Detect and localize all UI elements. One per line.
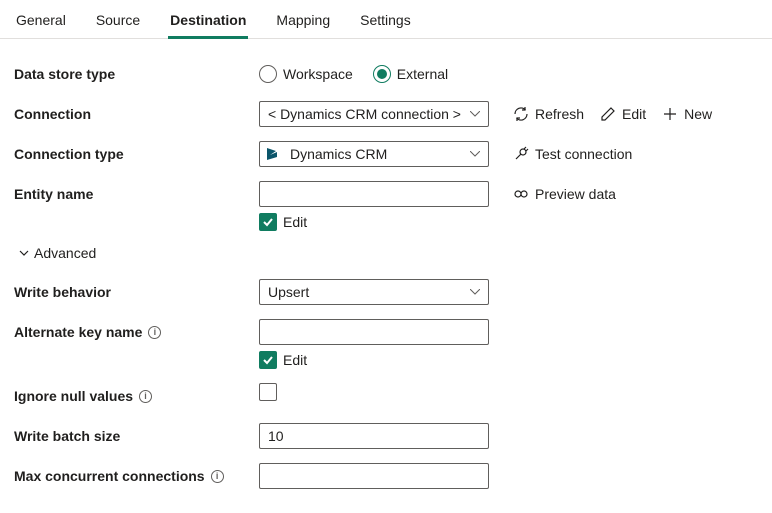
preview-icon (513, 186, 529, 202)
preview-data-button[interactable]: Preview data (513, 186, 616, 202)
test-connection-button[interactable]: Test connection (513, 146, 632, 162)
ignore-null-values-checkbox[interactable] (259, 383, 277, 401)
label-max-concurrent-connections: Max concurrent connections i (14, 463, 259, 489)
destination-form: Data store type Workspace External Conne… (0, 39, 772, 513)
refresh-icon (513, 106, 529, 122)
radio-workspace[interactable]: Workspace (259, 65, 353, 83)
radio-circle-icon (373, 65, 391, 83)
connection-select[interactable]: < Dynamics CRM connection > (259, 101, 489, 127)
check-icon (262, 354, 274, 366)
tab-mapping[interactable]: Mapping (274, 6, 332, 38)
pencil-icon (600, 106, 616, 122)
radio-external[interactable]: External (373, 65, 448, 83)
radio-workspace-label: Workspace (283, 66, 353, 82)
check-icon (262, 216, 274, 228)
data-store-type-radio-group: Workspace External (259, 61, 489, 87)
alternate-key-edit-checkbox-label: Edit (283, 352, 307, 368)
radio-external-label: External (397, 66, 448, 82)
label-entity-name: Entity name (14, 181, 259, 207)
chevron-down-icon (18, 247, 30, 259)
write-behavior-select[interactable]: Upsert (259, 279, 489, 305)
label-ignore-null-values: Ignore null values i (14, 383, 259, 409)
radio-circle-icon (259, 65, 277, 83)
info-icon[interactable]: i (148, 326, 161, 339)
max-concurrent-connections-input[interactable] (259, 463, 489, 489)
advanced-section-toggle[interactable]: Advanced (18, 245, 758, 261)
advanced-label: Advanced (34, 245, 96, 261)
test-connection-icon (513, 146, 529, 162)
label-write-behavior: Write behavior (14, 279, 259, 305)
info-icon[interactable]: i (211, 470, 224, 483)
connection-type-select[interactable]: Dynamics CRM (259, 141, 489, 167)
plus-icon (662, 106, 678, 122)
entity-edit-checkbox-label: Edit (283, 214, 307, 230)
preview-data-label: Preview data (535, 186, 616, 202)
label-data-store-type: Data store type (14, 61, 259, 87)
info-icon[interactable]: i (139, 390, 152, 403)
refresh-button[interactable]: Refresh (513, 106, 584, 122)
tab-general[interactable]: General (14, 6, 68, 38)
label-write-batch-size: Write batch size (14, 423, 259, 449)
new-label: New (684, 106, 712, 122)
entity-edit-checkbox[interactable] (259, 213, 277, 231)
alternate-key-edit-checkbox[interactable] (259, 351, 277, 369)
refresh-label: Refresh (535, 106, 584, 122)
write-batch-size-input[interactable] (259, 423, 489, 449)
label-connection-type: Connection type (14, 141, 259, 167)
tab-destination[interactable]: Destination (168, 6, 248, 38)
alternate-key-name-input[interactable] (259, 319, 489, 345)
new-connection-button[interactable]: New (662, 106, 712, 122)
test-connection-label: Test connection (535, 146, 632, 162)
tab-bar: General Source Destination Mapping Setti… (0, 0, 772, 39)
edit-label: Edit (622, 106, 646, 122)
entity-name-input[interactable] (259, 181, 489, 207)
label-alternate-key-name: Alternate key name i (14, 319, 259, 345)
edit-connection-button[interactable]: Edit (600, 106, 646, 122)
label-connection: Connection (14, 101, 259, 127)
tab-settings[interactable]: Settings (358, 6, 413, 38)
tab-source[interactable]: Source (94, 6, 142, 38)
